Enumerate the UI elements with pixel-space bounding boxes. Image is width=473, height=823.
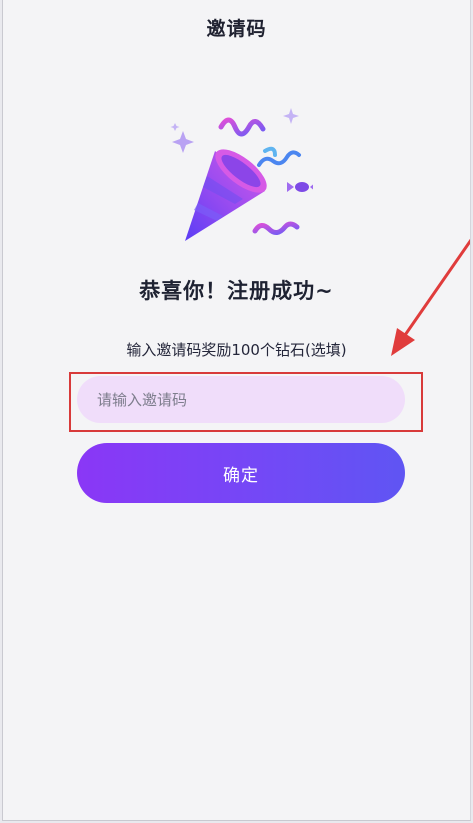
page-title: 邀请码 [206,18,267,40]
confirm-button[interactable]: 确定 [77,443,405,503]
party-popper-icon [170,108,313,241]
invite-code-screen: 邀请码 恭喜你！注册成功~ 输入邀请码奖励100个钻石(选填) 请输入邀请码 确… [2,0,471,821]
annotation-arrow-icon [391,238,470,356]
invite-code-input[interactable] [77,376,405,423]
